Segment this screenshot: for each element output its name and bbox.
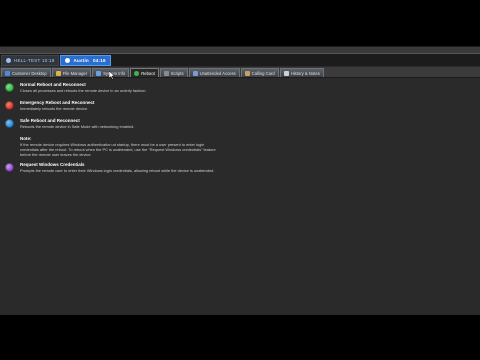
- script-icon: [163, 70, 169, 76]
- unattended-icon: [192, 70, 198, 76]
- reboot-panel: Normal Reboot and Reconnect Closes all p…: [0, 78, 480, 315]
- session-tab-hell-test[interactable]: HELL-TEST 10:18: [1, 54, 60, 66]
- reboot-icon: [134, 70, 140, 76]
- tab-label: Scripts: [170, 70, 184, 76]
- info-icon: [96, 70, 102, 76]
- folder-icon: [55, 70, 61, 76]
- session-icon: [6, 57, 11, 63]
- session-label: Austin: [73, 57, 89, 63]
- emergency-reboot-option[interactable]: Emergency Reboot and Reconnect Immediate…: [5, 100, 95, 112]
- tool-tabs: Customer Desktop File Manager System Inf…: [0, 67, 480, 78]
- tab-reboot[interactable]: Reboot: [130, 68, 159, 77]
- session-label: HELL-TEST 10:18: [14, 57, 55, 63]
- tab-scripts[interactable]: Scripts: [159, 68, 188, 77]
- rescue-console-window: HELL-TEST 10:18 Austin 04:16 Customer De…: [0, 46, 480, 315]
- safe-reboot-icon[interactable]: [5, 119, 14, 128]
- window-titlebar: [0, 47, 480, 54]
- request-credentials-option[interactable]: Request Windows Credentials Prompts the …: [5, 162, 214, 174]
- tab-file-manager[interactable]: File Manager: [51, 68, 92, 77]
- session-time: 04:16: [92, 57, 106, 63]
- tab-label: File Manager: [62, 70, 88, 76]
- mouse-cursor-icon: [109, 71, 115, 80]
- normal-reboot-option[interactable]: Normal Reboot and Reconnect Closes all p…: [5, 82, 147, 94]
- tab-label: Customer Desktop: [12, 70, 47, 76]
- option-description: Prompts the remote user to enter their W…: [20, 168, 215, 173]
- tab-unattended-access[interactable]: Unattended Access: [188, 68, 240, 77]
- tab-label: History & Notes: [290, 70, 320, 76]
- option-description: Closes all processes and reboots the rem…: [20, 88, 147, 93]
- tab-label: Calling Card: [251, 70, 275, 76]
- card-icon: [244, 70, 250, 76]
- tab-calling-card[interactable]: Calling Card: [240, 68, 279, 77]
- session-tab-austin[interactable]: Austin 04:16: [60, 54, 111, 66]
- safe-reboot-option[interactable]: Safe Reboot and Reconnect Reboots the re…: [5, 118, 134, 130]
- desktop-icon: [5, 70, 10, 76]
- session-bar: HELL-TEST 10:18 Austin 04:16: [0, 54, 480, 66]
- note-line: before the remote user leaves the device…: [20, 152, 92, 158]
- reboot-note: Note: If the remote device requires Wind…: [20, 136, 280, 158]
- tab-label: Unattended Access: [199, 70, 236, 76]
- emergency-reboot-icon[interactable]: [5, 101, 14, 110]
- option-description: Immediately reboots the remote device.: [20, 106, 89, 111]
- tab-history-notes[interactable]: History & Notes: [279, 68, 324, 77]
- option-description: Reboots the remote device in Safe Mode w…: [20, 124, 135, 129]
- normal-reboot-icon[interactable]: [5, 83, 14, 92]
- tab-customer-desktop[interactable]: Customer Desktop: [1, 68, 51, 77]
- tab-label: Reboot: [141, 70, 155, 76]
- notes-icon: [283, 70, 289, 76]
- session-icon: [65, 57, 71, 63]
- credentials-icon[interactable]: [5, 163, 14, 172]
